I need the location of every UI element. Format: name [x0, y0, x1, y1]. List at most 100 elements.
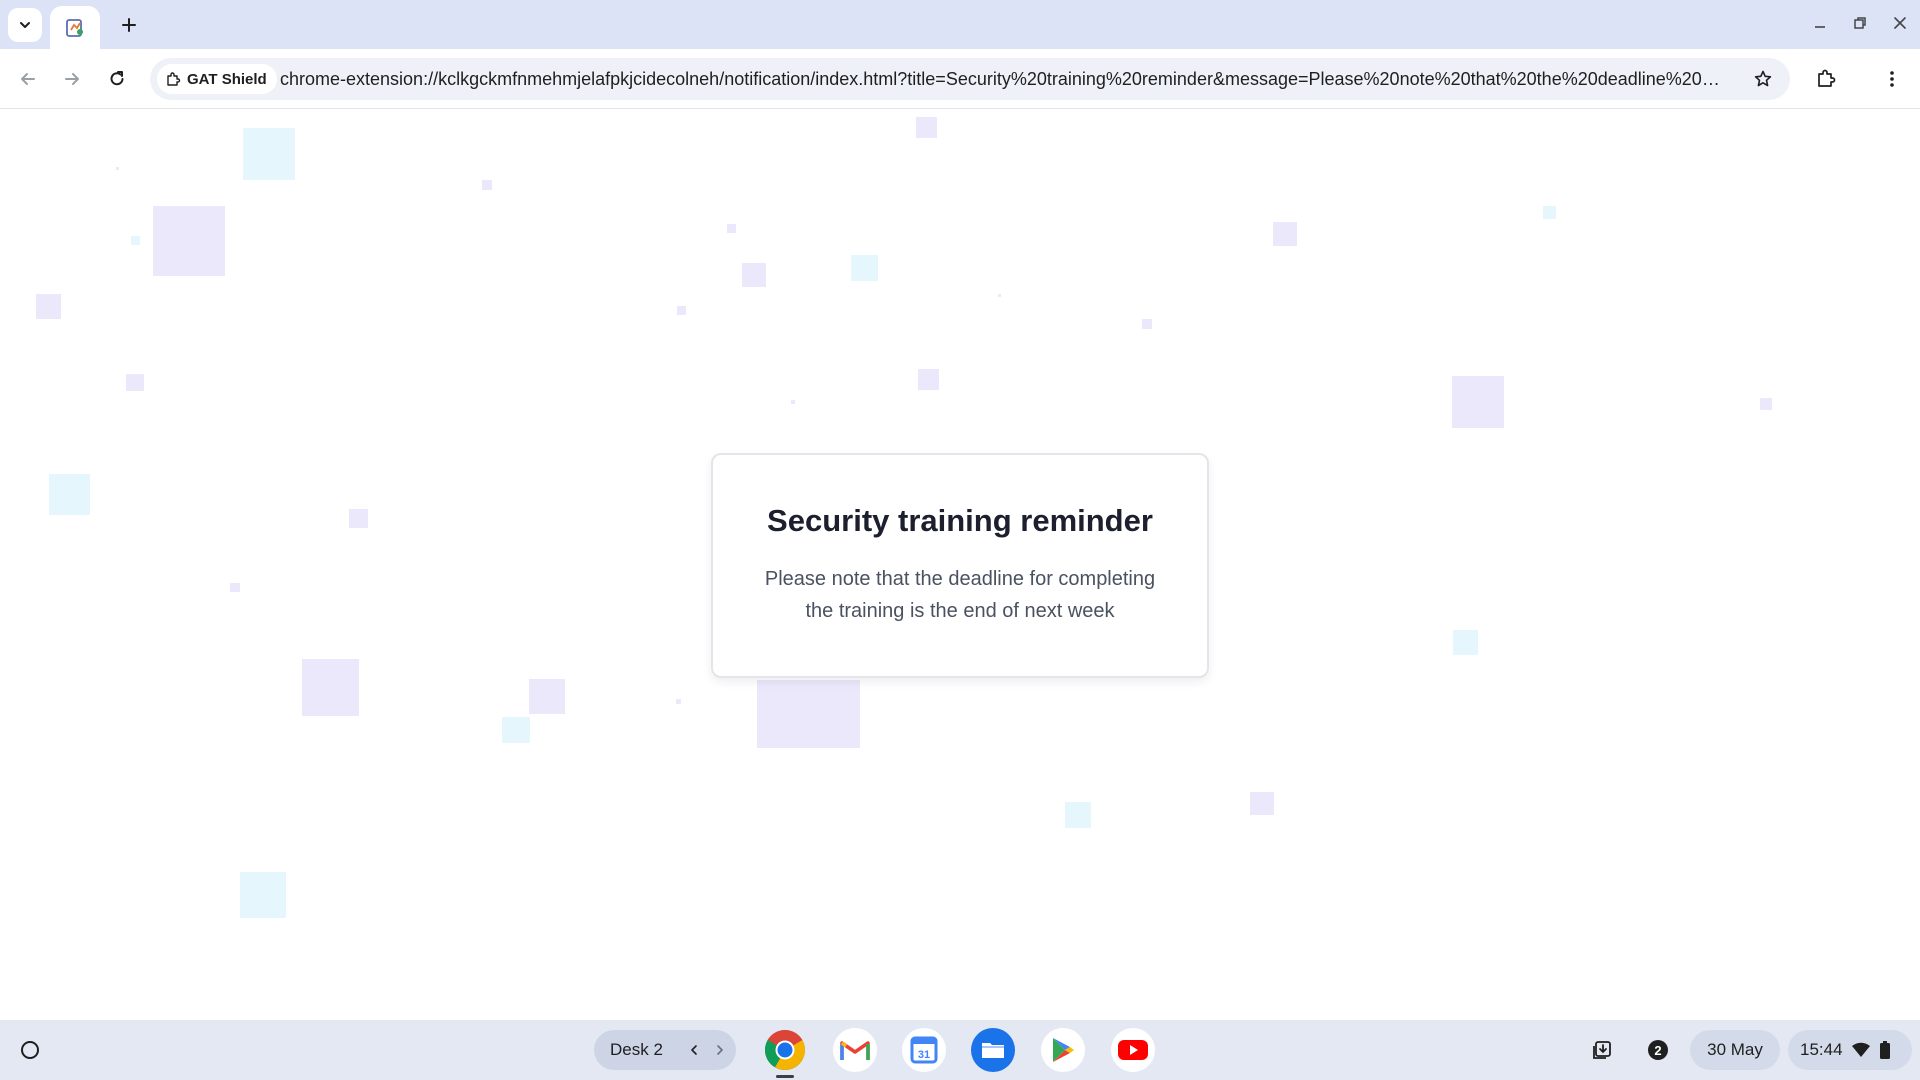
decor-square: [502, 717, 530, 743]
chevron-down-icon: [20, 22, 30, 28]
extensions-button[interactable]: [1810, 63, 1842, 95]
decor-square: [791, 400, 795, 404]
battery-icon: [1879, 1041, 1890, 1059]
tab-active[interactable]: [50, 6, 100, 49]
decor-square: [349, 509, 368, 528]
launcher-button[interactable]: [12, 1032, 48, 1068]
new-tab-button[interactable]: [114, 10, 144, 40]
decor-square: [153, 206, 225, 276]
decor-square: [1760, 398, 1772, 410]
back-button[interactable]: [12, 63, 44, 95]
restore-icon: [1854, 17, 1866, 29]
puzzle-icon: [1818, 69, 1836, 87]
decor-square: [126, 374, 144, 391]
notification-card: Security training reminder Please note t…: [711, 453, 1209, 678]
minimize-button[interactable]: [1803, 8, 1837, 38]
plus-icon: [122, 18, 136, 32]
more-vertical-icon: [1890, 71, 1894, 87]
wifi-icon: [1851, 1042, 1870, 1057]
close-button[interactable]: [1883, 8, 1917, 38]
chevron-right-icon: [717, 1045, 723, 1055]
site-info-chip[interactable]: GAT Shield: [157, 64, 277, 94]
chrome-icon: [765, 1030, 805, 1070]
shelf-app-youtube[interactable]: [1111, 1028, 1155, 1072]
decor-square: [727, 224, 736, 233]
decor-square: [230, 583, 240, 592]
notification-center-button[interactable]: 2: [1636, 1030, 1680, 1070]
decor-square: [116, 167, 119, 170]
decor-square: [1273, 222, 1297, 246]
youtube-icon: [1118, 1040, 1148, 1060]
next-desk-button[interactable]: [710, 1040, 730, 1060]
menu-button[interactable]: [1876, 63, 1908, 95]
decor-square: [482, 180, 492, 190]
decor-square: [742, 263, 766, 287]
decor-square: [49, 474, 90, 515]
shelf-app-play-store[interactable]: [1041, 1028, 1085, 1072]
previous-desk-button[interactable]: [684, 1040, 704, 1060]
decor-square: [916, 117, 937, 138]
shelf-app-gmail[interactable]: [833, 1028, 877, 1072]
site-chip-label: GAT Shield: [187, 70, 267, 88]
reload-button[interactable]: [101, 63, 133, 95]
forward-button[interactable]: [56, 63, 88, 95]
launcher-circle-icon: [21, 1041, 39, 1059]
decor-square: [1543, 206, 1556, 219]
notification-title: Security training reminder: [767, 503, 1153, 538]
calendar-icon: 31: [910, 1036, 938, 1064]
decor-square: [243, 128, 295, 180]
browser-toolbar: GAT Shield chrome-extension://kclkgckmfn…: [0, 49, 1920, 109]
decor-square: [851, 255, 878, 281]
chevron-left-icon: [691, 1045, 697, 1055]
notification-count-badge: 2: [1648, 1040, 1668, 1060]
decor-square: [998, 294, 1001, 297]
minimize-icon: [1815, 26, 1825, 28]
decor-square: [529, 679, 565, 714]
close-icon: [1894, 17, 1906, 29]
extension-notification-icon: [66, 18, 83, 37]
decor-square: [131, 236, 140, 245]
date-text: 30 May: [1707, 1040, 1763, 1059]
calendar-day-text: 31: [918, 1049, 930, 1061]
time-text: 15:44: [1800, 1040, 1843, 1059]
shelf: Desk 2 31 2 30 May 15:44: [0, 1020, 1920, 1080]
decor-square: [677, 306, 686, 315]
decor-square: [36, 294, 61, 319]
decor-square: [757, 680, 860, 748]
holding-space-button[interactable]: [1582, 1030, 1622, 1070]
tab-strip: [0, 0, 1920, 49]
notification-page: Security training reminder Please note t…: [0, 109, 1920, 1020]
running-indicator: [776, 1075, 794, 1078]
decor-square: [918, 369, 939, 390]
play-store-icon: [1053, 1038, 1074, 1062]
shelf-app-chrome[interactable]: [763, 1028, 807, 1072]
desk-label: Desk 2: [610, 1040, 663, 1059]
extension-icon: [167, 72, 181, 86]
reload-icon: [110, 71, 124, 86]
gmail-icon: [840, 1041, 870, 1060]
holding-space-icon: [1593, 1041, 1611, 1059]
desk-switcher[interactable]: Desk 2: [594, 1030, 736, 1070]
restore-button[interactable]: [1843, 8, 1877, 38]
tab-search-button[interactable]: [8, 8, 42, 42]
decor-square: [676, 699, 681, 704]
date-tray-button[interactable]: 30 May: [1690, 1030, 1780, 1070]
folder-icon: [982, 1043, 1004, 1058]
url-text[interactable]: chrome-extension://kclkgckmfnmehmjelafpk…: [280, 69, 1720, 90]
star-icon: [1754, 70, 1772, 87]
shelf-app-files[interactable]: [971, 1028, 1015, 1072]
decor-square: [1065, 802, 1091, 828]
notification-message: Please note that the deadline for comple…: [764, 568, 1156, 622]
arrow-right-icon: [65, 73, 79, 85]
decor-square: [1453, 630, 1478, 655]
decor-square: [1452, 376, 1504, 428]
decor-square: [302, 659, 359, 716]
address-bar[interactable]: GAT Shield chrome-extension://kclkgckmfn…: [150, 58, 1790, 100]
decor-square: [1250, 792, 1274, 815]
decor-square: [1142, 319, 1152, 329]
bookmark-button[interactable]: [1748, 64, 1778, 94]
arrow-left-icon: [21, 73, 35, 85]
status-tray-button[interactable]: 15:44: [1788, 1030, 1912, 1070]
shelf-app-calendar[interactable]: 31: [902, 1028, 946, 1072]
decor-square: [240, 872, 286, 918]
